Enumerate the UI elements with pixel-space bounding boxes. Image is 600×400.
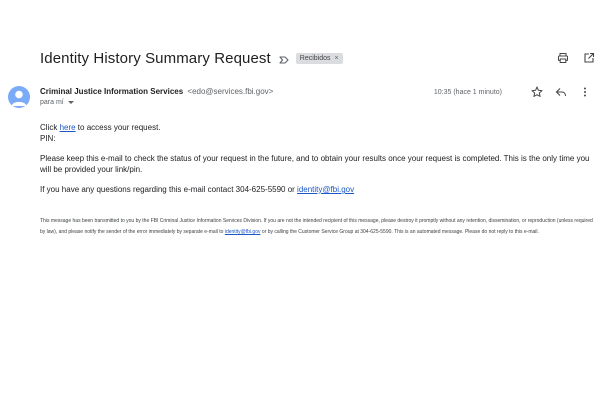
access-text-prefix: Click: [40, 123, 60, 132]
email-subject: Identity History Summary Request: [40, 50, 271, 67]
inbox-label-chip[interactable]: Recibidos ×: [295, 53, 343, 64]
inbox-label-text: Recibidos: [299, 55, 331, 62]
recipient-text: para mí: [40, 99, 64, 106]
sender-avatar[interactable]: [8, 86, 30, 108]
sender-line: Criminal Justice Information Services <e…: [40, 87, 273, 96]
print-icon[interactable]: [556, 51, 570, 65]
message-meta: 10:35 (hace 1 minuto): [434, 85, 592, 99]
star-icon[interactable]: [530, 85, 544, 99]
message-time: 10:35 (hace 1 minuto): [433, 88, 502, 96]
disclaimer-footer: This message has been transmitted to you…: [40, 216, 596, 238]
reply-icon[interactable]: [554, 85, 568, 99]
label-arrow-icon[interactable]: [278, 53, 290, 65]
message-body: Click here to access your request. PIN: …: [40, 122, 596, 204]
subject-row: Identity History Summary Request Recibid…: [40, 50, 343, 67]
chevron-down-icon[interactable]: [67, 101, 74, 104]
recipient-line[interactable]: para mí: [40, 99, 74, 106]
thread-actions: [556, 51, 596, 65]
disclaimer-text-2: or by calling the Customer Service Group…: [260, 229, 539, 235]
sender-name[interactable]: Criminal Justice Information Services: [40, 87, 183, 96]
access-text-suffix: to access your request.: [75, 123, 161, 132]
avatar-person-icon: [11, 90, 27, 106]
access-line: Click here to access your request.: [40, 122, 596, 133]
contact-text: If you have any questions regarding this…: [40, 185, 298, 194]
open-new-window-icon[interactable]: [582, 51, 596, 65]
access-request-link[interactable]: here: [60, 123, 76, 132]
pin-line: PIN:: [40, 134, 56, 143]
status-paragraph: Please keep this e-mail to check the sta…: [40, 154, 590, 174]
contact-line: If you have any questions regarding this…: [40, 184, 596, 195]
more-vert-icon[interactable]: [578, 85, 592, 99]
remove-label-icon[interactable]: ×: [335, 55, 339, 62]
sender-email: <edo@services.fbi.gov>: [187, 87, 274, 96]
contact-email-link[interactable]: identity@fbi.gov: [297, 185, 354, 194]
disclaimer-email-link[interactable]: identity@fbi.gov: [225, 229, 261, 235]
